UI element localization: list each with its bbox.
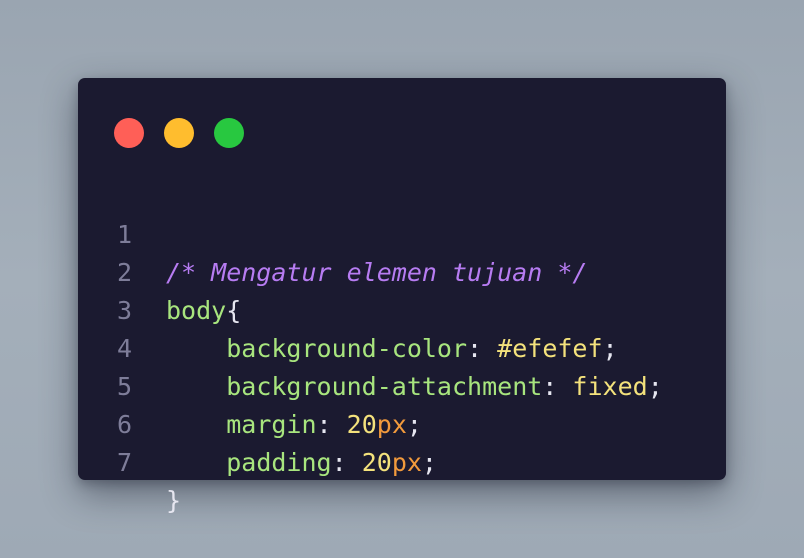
code-line-2: 2 body{ [78,216,718,325]
code-line-4: 4 background-attachment: fixed; [78,292,718,401]
colon: : [331,448,347,477]
line-number: 7 [116,448,132,477]
code-line-5: 5 margin: 20px; [78,330,718,439]
css-unit: px [391,448,422,477]
code-window: 1 /* Mengatur elemen tujuan */ 2 body{ 3… [78,78,726,515]
code-line-1: 1 /* Mengatur elemen tujuan */ [78,178,718,287]
code-line-6: 6 padding: 20px; [78,368,718,477]
code-line-3: 3 background-color: #efefef; [78,254,718,363]
code-block: 1 /* Mengatur elemen tujuan */ 2 body{ 3… [78,78,726,515]
css-property: padding [226,448,332,477]
code-content: } [166,482,181,520]
css-number: 20 [361,448,392,477]
code-content: padding: 20px; [166,444,437,482]
code-line-7: 7 } [78,406,718,515]
semicolon: ; [421,448,437,477]
close-brace: } [166,486,182,515]
